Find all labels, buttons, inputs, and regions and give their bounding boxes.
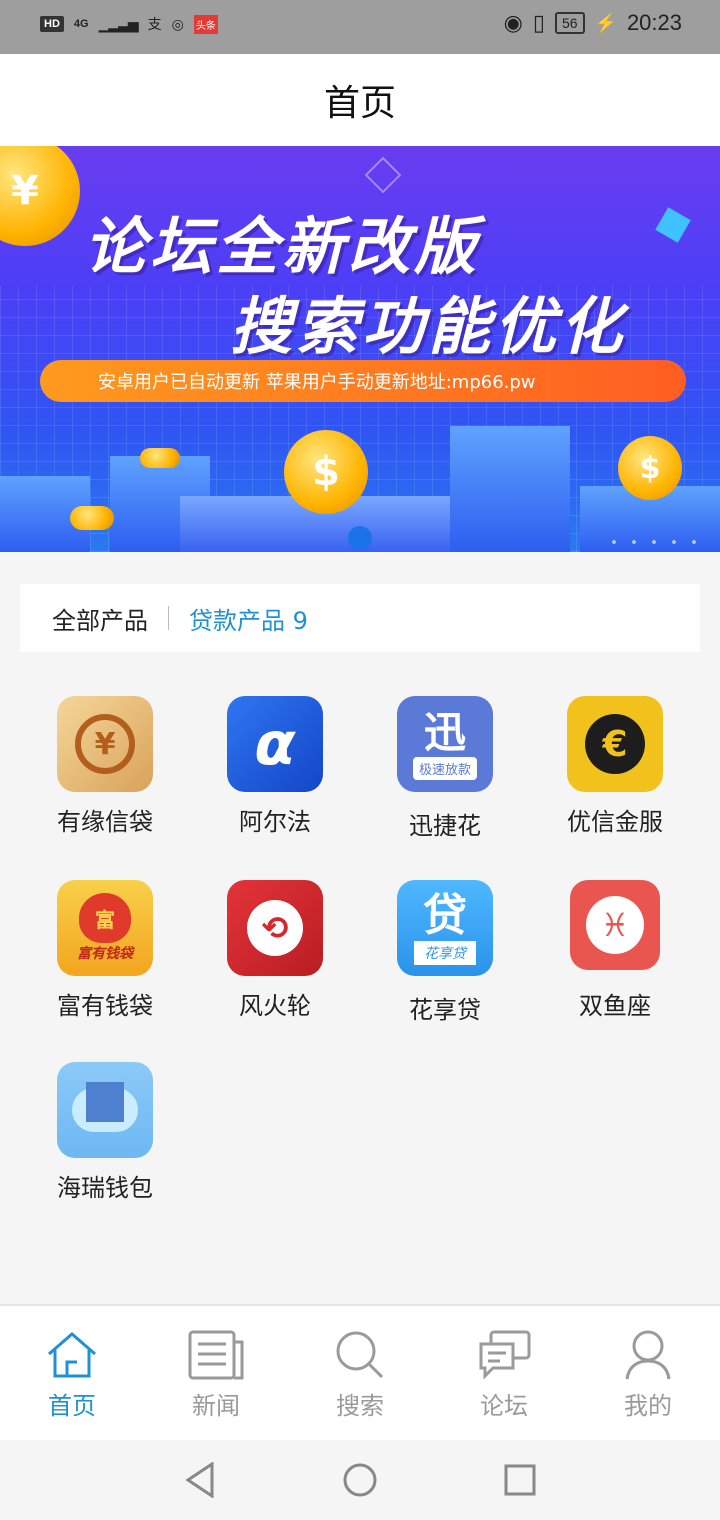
home-icon [48, 1332, 96, 1378]
product-item[interactable]: € 优信金服 [530, 696, 700, 837]
tab-divider [168, 606, 169, 630]
tab-home[interactable]: 首页 [0, 1324, 144, 1421]
news-icon [188, 1330, 244, 1380]
tab-profile-label: 我的 [624, 1392, 672, 1420]
hd-badge: HD [40, 16, 64, 32]
money-bag-glyph: 富 [79, 893, 131, 943]
product-item[interactable]: ⟲ 风火轮 [190, 880, 360, 1021]
carousel-dot-active[interactable] [348, 526, 372, 550]
tab-search[interactable]: 搜索 [288, 1324, 432, 1421]
system-nav-bar [0, 1440, 720, 1520]
coin-stack-icon [140, 448, 180, 468]
profile-icon [625, 1330, 671, 1380]
clock: 20:23 [626, 10, 682, 35]
news-app-icon: 头条 [193, 14, 218, 34]
dai-subtitle: 花享贷 [414, 941, 476, 965]
status-right: ◉ ▯ 56 ⚡ 20:23 [504, 10, 682, 36]
fire-wheel-icon: ⟲ [227, 880, 323, 976]
tab-search-label: 搜索 [336, 1392, 384, 1420]
pisces-icon: ♓ [570, 880, 660, 970]
money-bag-icon: 富 富有钱袋 [57, 880, 153, 976]
promo-banner[interactable]: ¥ 论坛全新改版 搜索功能优化 安卓用户已自动更新 苹果用户手动更新地址:mp6… [0, 146, 720, 552]
vibrate-icon: ▯ [532, 10, 545, 35]
alpha-icon: α [227, 696, 323, 792]
product-name: 风火轮 [239, 992, 311, 1020]
status-bar: HD 4G ▁▂▃▅ 支 ◎ 头条 ◉ ▯ 56 ⚡ 20:23 [0, 0, 720, 54]
product-filter-tabs: 全部产品 贷款产品 9 [20, 584, 700, 652]
euro-glyph: € [585, 714, 645, 774]
tab-news[interactable]: 新闻 [144, 1324, 288, 1421]
xun-icon: 迅 极速放款 [397, 696, 493, 792]
product-name: 阿尔法 [239, 808, 311, 836]
banner-headline: 论坛全新改版 [84, 210, 481, 283]
product-item[interactable]: 迅 极速放款 迅捷花 [360, 696, 530, 841]
tab-news-label: 新闻 [192, 1392, 240, 1420]
page-title: 首页 [323, 83, 396, 124]
money-bag-subtitle: 富有钱袋 [77, 946, 133, 962]
signal-icon: ▁▂▃▅ [98, 15, 139, 32]
building-shape [86, 1082, 124, 1122]
tab-forum[interactable]: 论坛 [432, 1324, 576, 1421]
xun-glyph: 迅 [423, 707, 466, 757]
product-item[interactable]: ♓ 双鱼座 [530, 880, 700, 1021]
tab-home-label: 首页 [48, 1392, 96, 1420]
banner-subheadline: 搜索功能优化 [230, 290, 627, 363]
top-header: 首页 [0, 54, 720, 146]
product-name: 迅捷花 [409, 812, 481, 840]
cube-outline-icon [364, 156, 402, 194]
banner-block [450, 426, 570, 552]
product-item[interactable]: α 阿尔法 [190, 696, 360, 837]
product-name: 花享贷 [409, 996, 481, 1024]
status-left: HD 4G ▁▂▃▅ 支 ◎ 头条 [40, 14, 218, 34]
product-name: 优信金服 [567, 808, 663, 836]
tab-all-products[interactable]: 全部产品 [52, 601, 148, 636]
network-label: 4G [73, 18, 89, 30]
city-cloud-icon [57, 1062, 153, 1158]
xun-subtitle: 极速放款 [412, 756, 477, 780]
product-name: 富有钱袋 [57, 992, 153, 1020]
coin-icon: ¥ [0, 146, 80, 246]
product-item[interactable]: 海瑞钱包 [20, 1062, 190, 1203]
tab-loan-products[interactable]: 贷款产品 9 [189, 601, 308, 636]
eye-icon: ◉ [503, 10, 523, 35]
dai-icon: 贷 花享贷 [397, 880, 493, 976]
home-nav-icon[interactable] [342, 1462, 378, 1498]
back-icon[interactable] [184, 1462, 216, 1498]
banner-update-strip: 安卓用户已自动更新 苹果用户手动更新地址:mp66.pw [40, 360, 686, 402]
forum-icon [479, 1330, 531, 1380]
product-name: 有缘信袋 [57, 808, 153, 836]
coin-stack-icon [70, 506, 114, 530]
product-name: 双鱼座 [579, 992, 651, 1020]
tab-profile[interactable]: 我的 [576, 1324, 720, 1421]
product-item[interactable]: ¥ 有缘信袋 [20, 696, 190, 837]
fire-wheel-glyph: ⟲ [247, 900, 303, 956]
carousel-dots[interactable] [604, 540, 704, 544]
product-item[interactable]: 贷 花享贷 花享贷 [360, 880, 530, 1025]
euro-icon: € [567, 696, 663, 792]
dollar-coin-icon: $ [284, 430, 368, 514]
tab-forum-label: 论坛 [480, 1392, 528, 1420]
pisces-glyph: ♓ [586, 896, 644, 954]
pay-app-icon: 支 [147, 16, 162, 32]
search-icon [336, 1331, 384, 1379]
charging-icon: ⚡ [594, 12, 617, 33]
dai-glyph: 贷 [423, 890, 467, 941]
bottom-tab-bar: 首页 新闻 搜索 论坛 我的 [0, 1304, 720, 1442]
battery-icon: 56 [554, 12, 585, 34]
yuan-coin-icon: ¥ [57, 696, 153, 792]
app-notify-icon: ◎ [171, 15, 184, 32]
product-name: 海瑞钱包 [57, 1174, 153, 1202]
yuan-glyph: ¥ [75, 714, 135, 774]
dollar-coin-icon: $ [618, 436, 682, 500]
alpha-glyph: α [254, 709, 296, 779]
cube-icon [655, 207, 691, 243]
recents-icon[interactable] [504, 1464, 536, 1496]
product-item[interactable]: 富 富有钱袋 富有钱袋 [20, 880, 190, 1021]
